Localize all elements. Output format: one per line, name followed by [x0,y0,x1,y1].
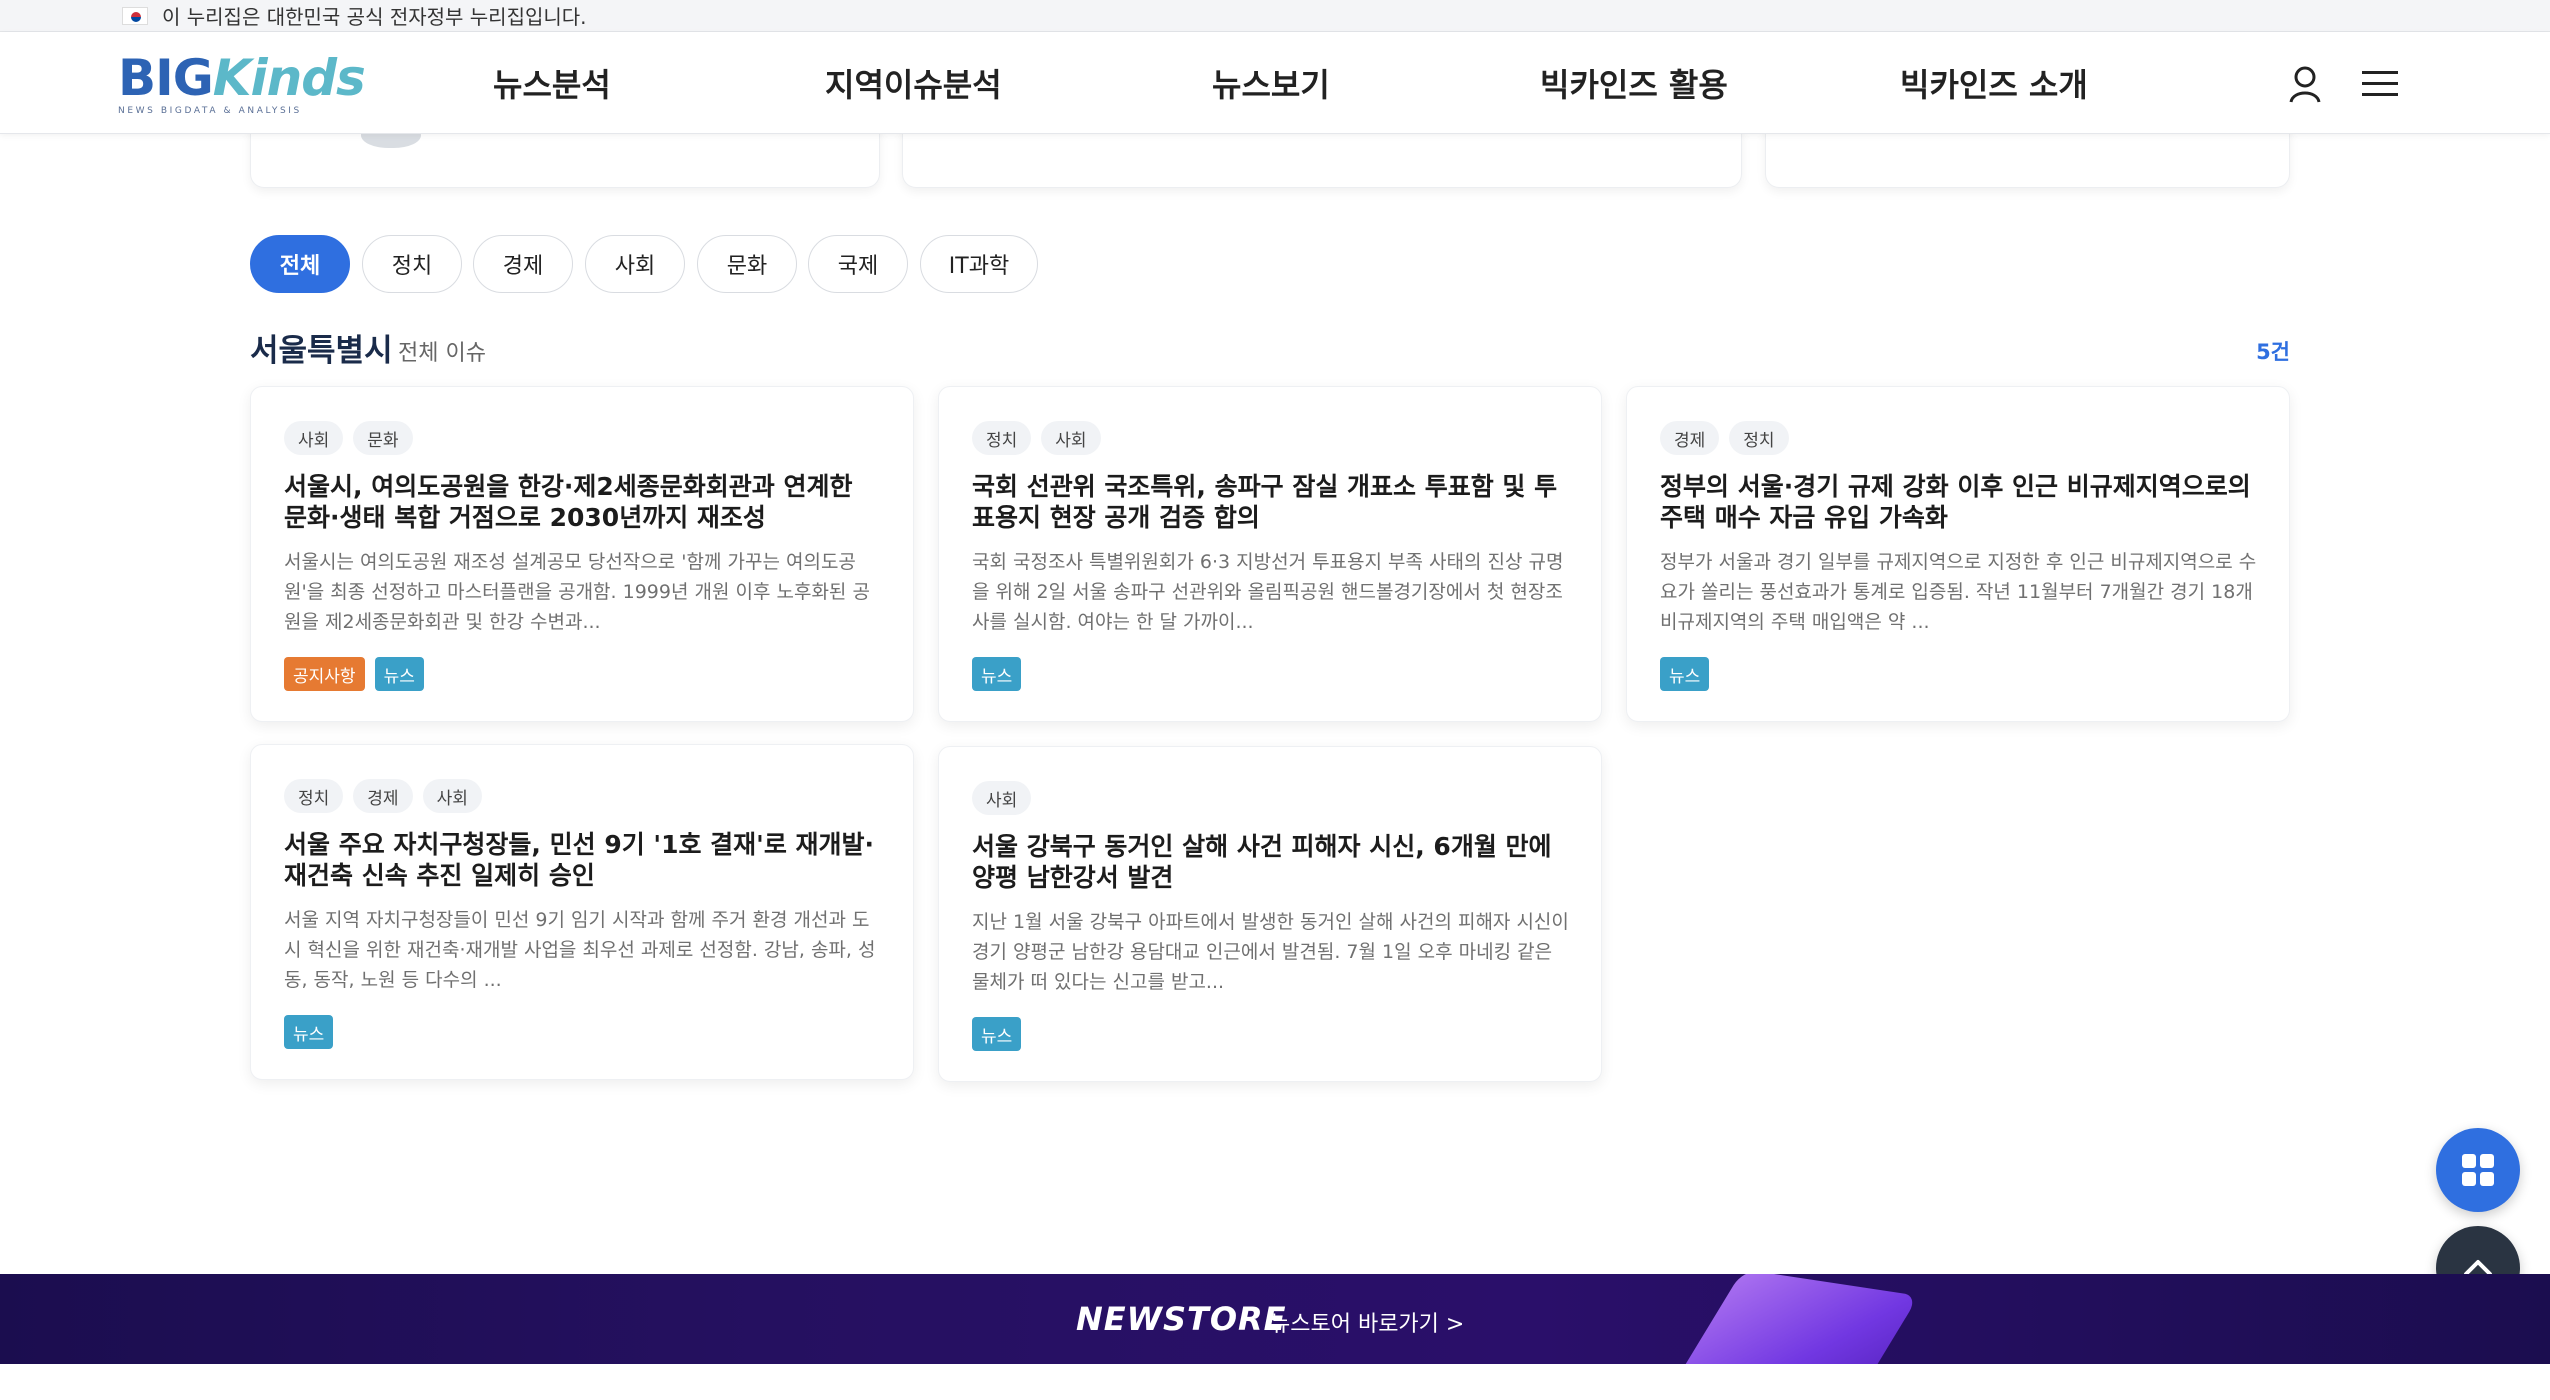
nav-bigkinds-usage[interactable]: 빅카인즈 활용 [1540,60,1728,106]
page-bottom-strip [0,1364,2550,1400]
news-badge: 뉴스 [1660,657,1710,691]
news-badge: 뉴스 [972,1017,1022,1051]
article-summary: 국회 국정조사 특별위원회가 6·3 지방선거 투표용지 부족 사태의 진상 규… [972,551,1564,633]
article-card[interactable]: 사회 문화 서울시, 여의도공원을 한강·제2세종문화회관과 연계한 문화·생태… [250,386,914,722]
article-card[interactable]: 경제 정치 정부의 서울·경기 규제 강화 이후 인근 비규제지역으로의 주택 … [1626,386,2290,722]
category-tag: 정치 [1729,421,1789,455]
filter-chip-economy[interactable]: 경제 [473,235,573,293]
filter-chip-all[interactable]: 전체 [250,235,350,293]
article-summary: 정부가 서울과 경기 일부를 규제지역으로 지정한 후 인근 비규제지역으로 수… [1660,551,2257,633]
source-badges: 뉴스 [284,1015,881,1049]
site-header: BIGKinds NEWS BIGDATA & ANALYSIS 뉴스분석 지역… [0,32,2550,134]
category-tag: 사회 [1041,421,1101,455]
category-tags: 경제 정치 [1660,421,2257,457]
logo-kinds-text: Kinds [212,49,366,107]
newstore-banner[interactable]: NEWSTORE 뉴스토어 바로가기 > [0,1274,2550,1364]
section-subtitle: 전체 이슈 [398,341,486,366]
news-badge: 뉴스 [374,657,424,691]
category-tags: 사회 [972,781,1569,817]
gov-banner: 이 누리집은 대한민국 공식 전자정부 누리집입니다. [0,0,2550,32]
korea-flag-icon [122,6,148,25]
phone-illustration [1671,1274,1919,1364]
nav-regional-issue[interactable]: 지역이슈분석 [825,60,1002,106]
newstore-link[interactable]: 뉴스토어 바로가기 > [1270,1306,1464,1338]
category-tags: 정치 경제 사회 [284,779,881,815]
article-title[interactable]: 서울시, 여의도공원을 한강·제2세종문화회관과 연계한 문화·생태 복합 거점… [284,471,881,533]
grid-icon [2462,1154,2494,1186]
nav-news-view[interactable]: 뉴스보기 [1212,60,1330,106]
article-summary: 지난 1월 서울 강북구 아파트에서 발생한 동거인 살해 사건의 피해자 시신… [972,911,1569,993]
filter-chip-culture[interactable]: 문화 [697,235,797,293]
news-badge: 뉴스 [284,1015,334,1049]
category-tag: 사회 [284,421,344,455]
notice-badge: 공지사항 [284,657,365,691]
article-card[interactable]: 정치 사회 국회 선관위 국조특위, 송파구 잠실 개표소 투표함 및 투표용지… [938,386,1602,722]
gov-banner-text: 이 누리집은 대한민국 공식 전자정부 누리집입니다. [162,5,587,29]
article-card[interactable]: 정치 경제 사회 서울 주요 자치구청장들, 민선 9기 '1호 결재'로 재개… [250,744,914,1080]
article-card[interactable]: 사회 서울 강북구 동거인 살해 사건 피해자 시신, 6개월 만에 양평 남한… [938,746,1602,1082]
category-tags: 사회 문화 [284,421,881,457]
article-title[interactable]: 서울 강북구 동거인 살해 사건 피해자 시신, 6개월 만에 양평 남한강서 … [972,831,1569,893]
source-badges: 뉴스 [1660,657,2257,691]
section-title: 서울특별시 [250,333,393,369]
user-icon[interactable] [2283,62,2327,106]
article-summary: 서울 지역 자치구청장들이 민선 9기 임기 시작과 함께 주거 환경 개선과 … [284,909,876,991]
filter-chip-society[interactable]: 사회 [585,235,685,293]
category-tags: 정치 사회 [972,421,1569,457]
source-badges: 공지사항 뉴스 [284,657,881,691]
logo-tagline: NEWS BIGDATA & ANALYSIS [118,106,302,116]
source-badges: 뉴스 [972,1017,1569,1051]
category-tag: 경제 [1660,421,1720,455]
article-title[interactable]: 서울 주요 자치구청장들, 민선 9기 '1호 결재'로 재개발·재건축 신속 … [284,829,881,891]
newstore-logo: NEWSTORE [1076,1300,1287,1338]
bigkinds-logo[interactable]: BIGKinds NEWS BIGDATA & ANALYSIS [118,49,366,122]
logo-big-text: BIG [118,49,214,107]
result-count: 5건 [2256,340,2290,364]
article-summary: 서울시는 여의도공원 재조성 설계공모 당선작으로 '함께 가꾸는 여의도공원'… [284,551,870,633]
logo-wordmark: BIGKinds [118,49,366,107]
article-title[interactable]: 국회 선관위 국조특위, 송파구 잠실 개표소 투표함 및 투표용지 현장 공개… [972,471,1569,533]
news-badge: 뉴스 [972,657,1022,691]
category-tag: 경제 [353,779,413,813]
category-tag: 문화 [353,421,413,455]
filter-chip-politics[interactable]: 정치 [362,235,462,293]
article-title[interactable]: 정부의 서울·경기 규제 강화 이후 인근 비규제지역으로의 주택 매수 자금 … [1660,471,2257,533]
filter-chip-international[interactable]: 국제 [808,235,908,293]
category-tag: 정치 [284,779,344,813]
category-tag: 정치 [972,421,1032,455]
quick-menu-button[interactable] [2436,1128,2520,1212]
hamburger-menu-icon[interactable] [2358,62,2402,106]
category-tag: 사회 [422,779,482,813]
source-badges: 뉴스 [972,657,1569,691]
filter-chip-it-science[interactable]: IT과학 [920,235,1038,293]
category-tag: 사회 [972,781,1032,815]
nav-bigkinds-about[interactable]: 빅카인즈 소개 [1900,60,2088,106]
nav-news-analysis[interactable]: 뉴스분석 [493,60,611,106]
